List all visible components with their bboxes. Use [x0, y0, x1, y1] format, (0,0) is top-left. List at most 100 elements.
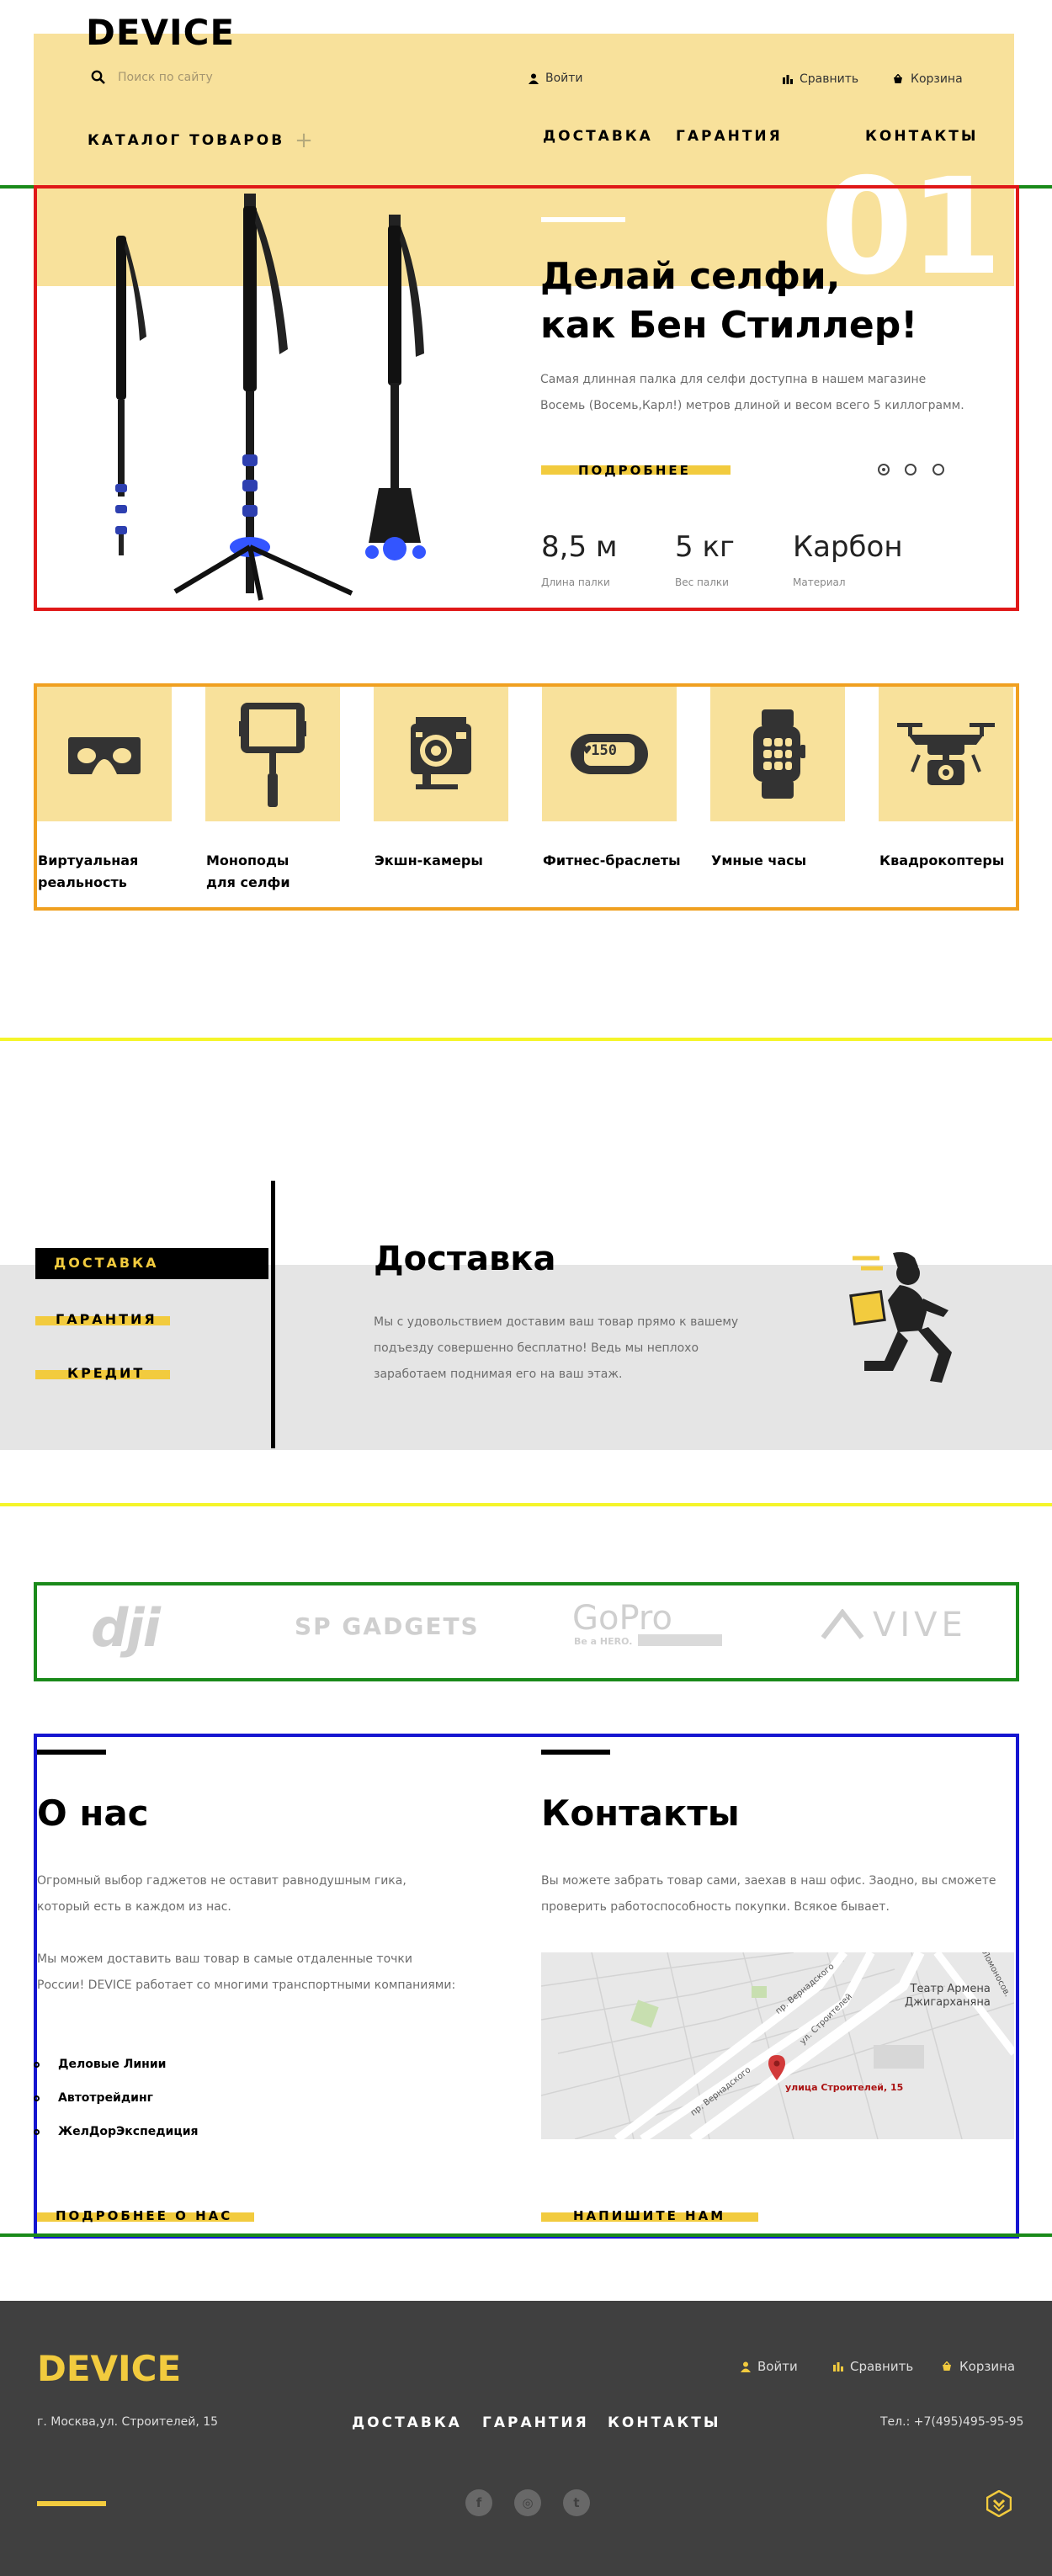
category-label-line: Моноподы [206, 852, 290, 868]
plus-icon: + [295, 128, 313, 153]
footer-nav-delivery[interactable]: ДОСТАВКА [352, 2414, 462, 2431]
category-smart-watch-label[interactable]: Умные часы [711, 850, 863, 872]
about-title: О нас [37, 1793, 149, 1834]
login-label: Войти [545, 72, 583, 85]
cart-icon [943, 2361, 951, 2371]
category-vr-label[interactable]: Виртуальная реальность [38, 850, 189, 894]
footer-login-label: Войти [757, 2359, 798, 2374]
footer-compare-link[interactable]: Сравнить [833, 2359, 913, 2374]
about-more-button[interactable]: ПОДРОБНЕЕ О НАС [37, 2207, 264, 2230]
category-drone-card[interactable] [879, 687, 1013, 821]
fitness-display: ♥150 [582, 742, 617, 759]
category-smart-watch-card[interactable] [710, 687, 845, 821]
cart-link[interactable]: Корзина [892, 72, 963, 86]
category-action-camera-card[interactable] [374, 687, 508, 821]
monopod-icon [239, 703, 306, 807]
footer-nav-warranty[interactable]: ГАРАНТИЯ [482, 2414, 589, 2431]
about-text-line: Мы можем доставить ваш товар в самые отд… [37, 1952, 412, 1966]
list-item-label: Автотрейдинг [58, 2091, 153, 2105]
write-us-button[interactable]: НАПИШИТЕ НАМ [541, 2207, 768, 2230]
footer-cart-link[interactable]: Корзина [941, 2359, 1015, 2374]
user-icon [529, 73, 539, 84]
smart-watch-icon [753, 709, 805, 799]
brand-vive-logo[interactable]: VIVE [873, 1606, 967, 1644]
category-vr-card[interactable] [37, 687, 172, 821]
category-monopod-card[interactable] [205, 687, 340, 821]
twitter-icon[interactable]: t [563, 2489, 590, 2516]
search-placeholder[interactable]: Поиск по сайту [118, 71, 213, 84]
search-field[interactable]: Поиск по сайту [91, 70, 213, 85]
compare-link[interactable]: Сравнить [783, 72, 858, 86]
map-theatre-line: Театр Армена [910, 1983, 991, 1995]
footer-phone: Тел.: +7(495)495-95-95 [880, 2415, 1024, 2429]
catalog-menu[interactable]: КАТАЛОГ ТОВАРОВ + [88, 128, 313, 153]
nav-contacts[interactable]: КОНТАКТЫ [865, 128, 978, 145]
map-pin-icon[interactable] [768, 2055, 785, 2080]
about-decor-line [37, 1750, 106, 1755]
search-icon [91, 70, 105, 84]
action-camera-icon [411, 717, 471, 789]
service-tab-label: ГАРАНТИЯ [56, 1311, 157, 1327]
catalog-label: КАТАЛОГ ТОВАРОВ [88, 132, 285, 149]
service-text-line: Мы с удовольствием доставим ваш товар пр… [374, 1315, 739, 1329]
category-monopod-label[interactable]: Моноподы для селфи [206, 850, 358, 894]
service-tab-credit[interactable]: КРЕДИТ [35, 1363, 174, 1389]
service-text-line: подъезду совершенно бесплатно! Ведь мы н… [374, 1341, 699, 1355]
brand-spgadgets-logo[interactable]: SP GADGETS [295, 1612, 480, 1640]
map-graphic [541, 1952, 1014, 2139]
category-label-line: Виртуальная [38, 852, 139, 868]
category-action-camera-label[interactable]: Экшн-камеры [375, 850, 526, 872]
courier-illustration [849, 1251, 952, 1383]
slider-outline [34, 185, 1019, 611]
category-fitness-band-label[interactable]: Фитнес-браслеты [543, 850, 694, 872]
service-tab-delivery[interactable]: ДОСТАВКА [35, 1248, 268, 1279]
service-text: Мы с удовольствием доставим ваш товар пр… [374, 1309, 738, 1388]
category-label-line: для селфи [206, 874, 290, 890]
bullet-icon [34, 2061, 40, 2068]
compare-label: Сравнить [800, 72, 859, 86]
contacts-decor-line [541, 1750, 610, 1755]
login-link[interactable]: Войти [529, 72, 583, 85]
write-us-label: НАПИШИТЕ НАМ [573, 2208, 726, 2223]
drone-icon [897, 723, 995, 785]
contacts-text-line: Вы можете забрать товар сами, заехав в н… [541, 1874, 996, 1888]
map-theatre-label: Театр Армена Джигарханяна [905, 1983, 991, 2010]
bullet-icon [34, 2095, 40, 2101]
contacts-title: Контакты [541, 1793, 740, 1834]
footer-address: г. Москва,ул. Строителей, 15 [37, 2415, 219, 2429]
developer-badge-icon[interactable] [986, 2490, 1012, 2517]
footer-nav-contacts[interactable]: КОНТАКТЫ [608, 2414, 720, 2431]
nav-warranty[interactable]: ГАРАНТИЯ [676, 128, 783, 145]
list-item: Автотрейдинг [34, 2091, 153, 2105]
compare-icon [783, 74, 793, 84]
instagram-icon[interactable]: ◎ [514, 2489, 541, 2516]
service-text-line: заработаем поднимая его на ваш этаж. [374, 1368, 623, 1381]
brand-dji-logo[interactable]: dji [91, 1597, 161, 1659]
footer-logo[interactable]: DEVICE [37, 2348, 181, 2389]
gopro-tagline: Be a HERO. [574, 1636, 633, 1647]
guide-line [0, 1503, 1052, 1506]
category-drone-label[interactable]: Квадрокоптеры [879, 850, 1031, 872]
guide-line [0, 2233, 1052, 2237]
services-divider [271, 1181, 275, 1448]
contacts-map[interactable]: пр. Вернадского пр. Вернадского ул. Стро… [541, 1952, 1014, 2139]
site-logo[interactable]: DEVICE [86, 12, 235, 53]
list-item-label: ЖелДорЭкспедиция [58, 2125, 199, 2138]
about-text-line: Огромный выбор гаджетов не оставит равно… [37, 1874, 406, 1888]
service-tab-warranty[interactable]: ГАРАНТИЯ [35, 1309, 174, 1335]
vive-mark-icon [821, 1609, 864, 1639]
contacts-text-line: проверить работоспособность покупки. Вся… [541, 1900, 890, 1914]
bullet-icon [34, 2128, 40, 2135]
list-item-label: Деловые Линии [58, 2058, 167, 2071]
cart-icon [894, 74, 902, 83]
contacts-paragraph: Вы можете забрать товар сами, заехав в н… [541, 1868, 996, 1920]
footer-login-link[interactable]: Войти [741, 2359, 798, 2374]
brand-gopro-logo[interactable]: GoPro [572, 1599, 672, 1638]
service-title: Доставка [374, 1240, 556, 1278]
map-theatre-line: Джигарханяна [905, 1996, 991, 2009]
nav-delivery[interactable]: ДОСТАВКА [543, 128, 653, 145]
list-item: Деловые Линии [34, 2058, 166, 2071]
cart-label: Корзина [911, 72, 963, 86]
service-tab-label: ДОСТАВКА [54, 1255, 159, 1271]
facebook-icon[interactable]: f [465, 2489, 492, 2516]
